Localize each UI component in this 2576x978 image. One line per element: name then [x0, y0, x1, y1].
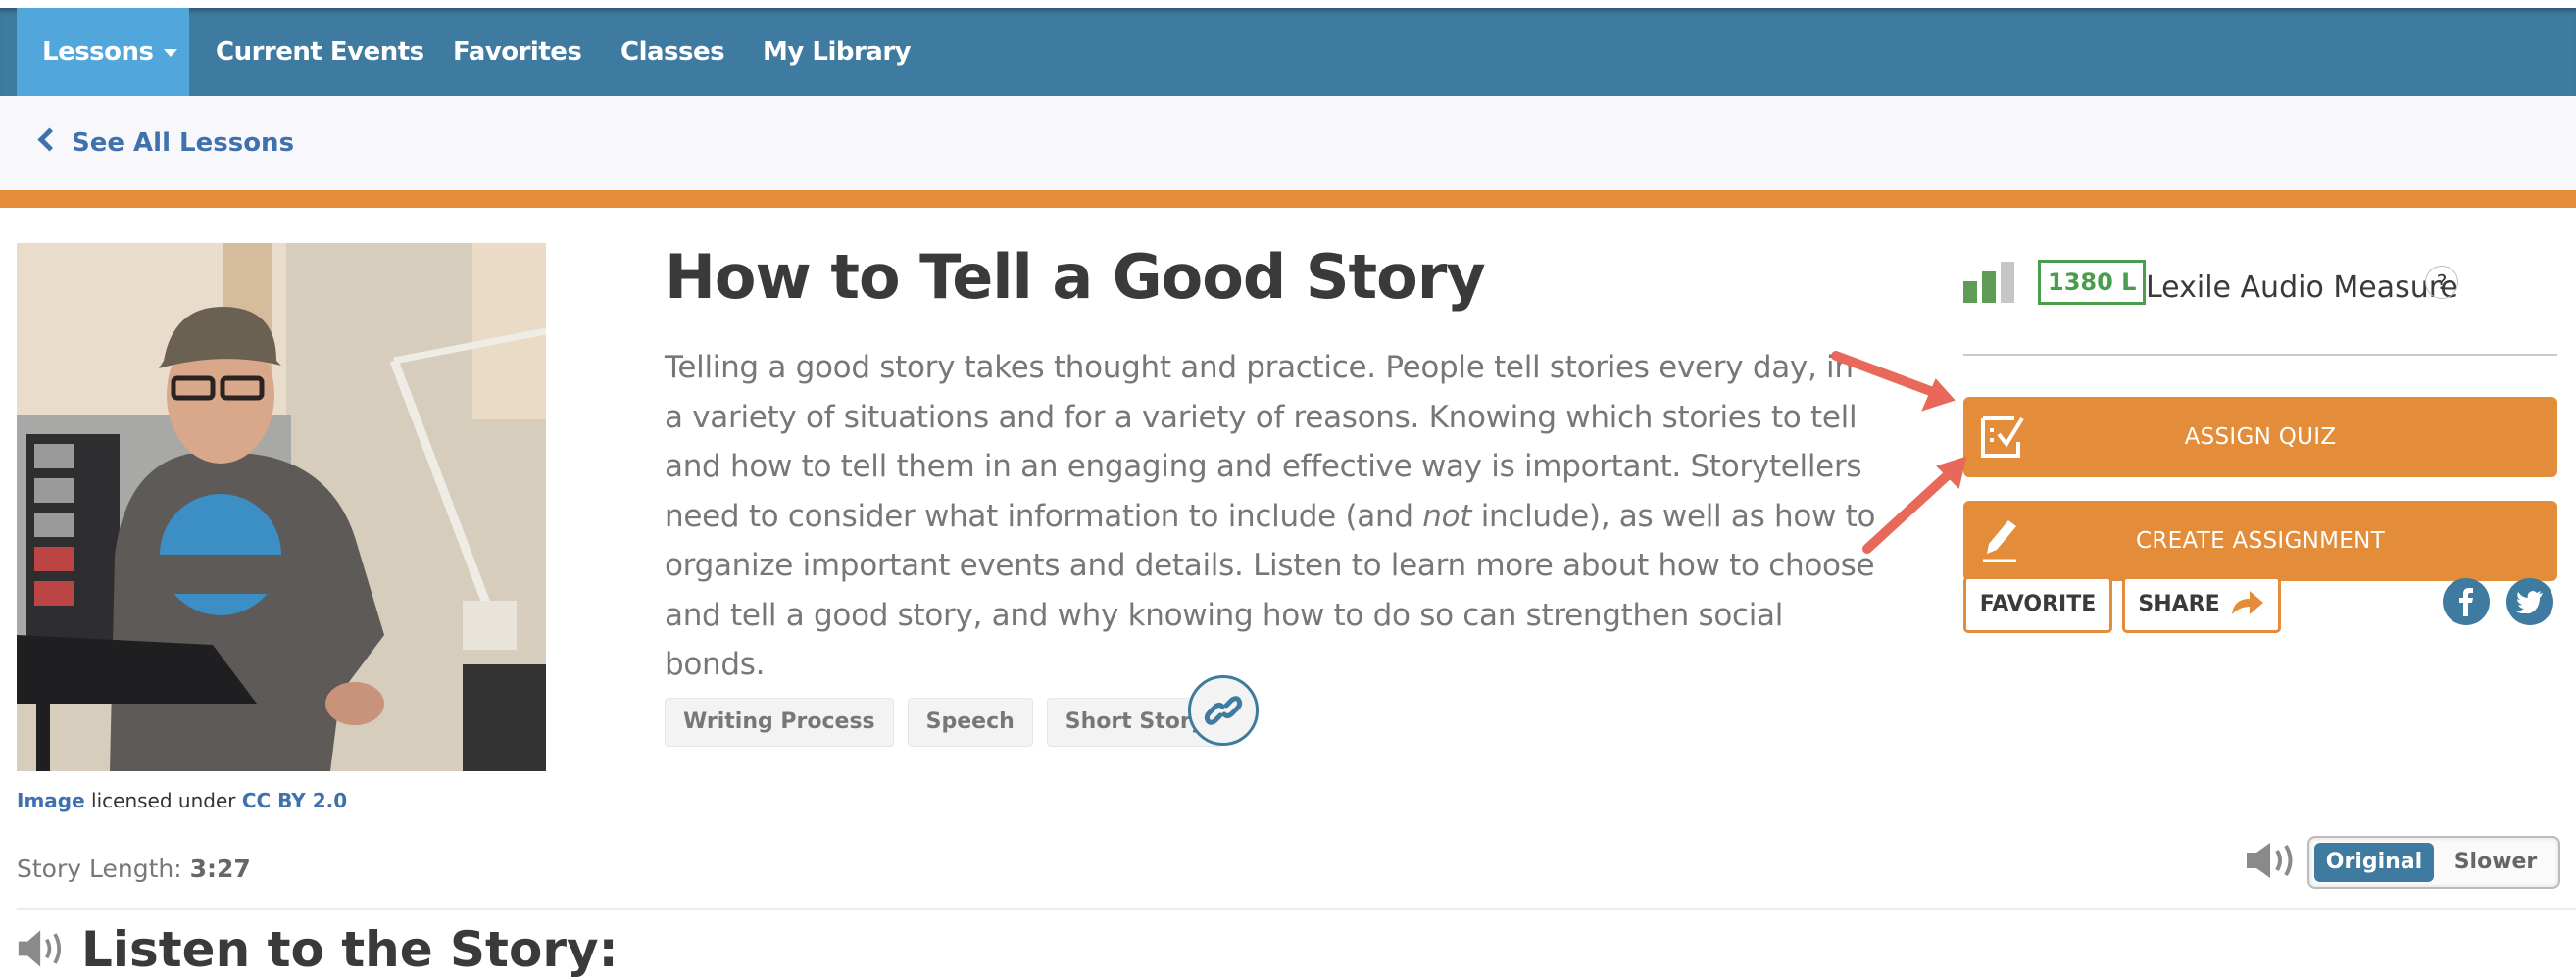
nav-item-label: Lessons [42, 37, 154, 67]
annotation-arrowhead-2 [1936, 456, 1967, 489]
section-divider [17, 908, 2576, 910]
see-all-lessons-link[interactable]: See All Lessons [37, 96, 295, 190]
speaker-icon [2247, 843, 2293, 878]
lexile-bar-2 [1982, 271, 1996, 303]
copy-link-button[interactable] [1188, 675, 1259, 746]
nav-item-my-library[interactable]: My Library [763, 8, 912, 96]
description-emphasis: not [1422, 498, 1472, 534]
lexile-label: Lexile Audio Measure [2146, 270, 2458, 305]
chevron-left-icon [37, 127, 62, 152]
image-source-link[interactable]: Image [17, 789, 85, 812]
listen-heading-text: Listen to the Story: [81, 921, 619, 978]
lexile-bar-1 [1963, 281, 1977, 303]
story-length-label: Story Length: [17, 855, 190, 883]
annotation-arrowhead-1 [1921, 378, 1956, 412]
create-assignment-label: CREATE ASSIGNMENT [2136, 528, 2385, 554]
credit-text: licensed under [84, 789, 242, 812]
share-arrow-icon [2231, 591, 2263, 614]
nav-item-classes[interactable]: Classes [620, 8, 725, 96]
facebook-share-button[interactable] [2443, 578, 2490, 625]
facebook-icon [2459, 588, 2473, 616]
share-button[interactable]: SHARE [2122, 576, 2281, 633]
twitter-share-button[interactable] [2506, 578, 2553, 625]
photo-illustration [17, 243, 546, 771]
assign-quiz-label: ASSIGN QUIZ [2184, 424, 2337, 450]
twitter-icon [2516, 591, 2543, 613]
tag-speech[interactable]: Speech [907, 698, 1033, 747]
create-assignment-button[interactable]: CREATE ASSIGNMENT [1963, 501, 2557, 581]
tag-writing-process[interactable]: Writing Process [665, 698, 894, 747]
listen-heading: Listen to the Story: [17, 921, 619, 978]
help-icon[interactable]: ? [2425, 266, 2458, 299]
panel-divider [1963, 354, 2557, 356]
subnav-bar [0, 96, 2576, 190]
speed-original-option[interactable]: Original [2314, 843, 2434, 882]
speaker-icon [18, 930, 62, 967]
nav-item-current-events[interactable]: Current Events [216, 8, 424, 96]
caret-down-icon [163, 48, 177, 57]
tag-list: Writing Process Speech Short Story [665, 698, 1224, 747]
playback-speed-toggle: Original Slower [2307, 836, 2560, 889]
nav-item-favorites[interactable]: Favorites [453, 8, 582, 96]
share-label: SHARE [2138, 592, 2220, 616]
back-link-label: See All Lessons [72, 128, 295, 158]
lexile-bar-3 [2001, 262, 2014, 303]
lexile-score-badge: 1380 L [2038, 260, 2147, 305]
speed-slower-option[interactable]: Slower [2437, 843, 2554, 882]
assign-quiz-button[interactable]: ASSIGN QUIZ [1963, 397, 2557, 477]
lesson-photo [17, 243, 546, 771]
image-credit: Image licensed under CC BY 2.0 [17, 789, 347, 812]
accent-divider [0, 190, 2576, 208]
story-length-value: 3:27 [189, 855, 251, 883]
pencil-icon [1983, 520, 2016, 562]
quiz-checklist-icon [1981, 416, 2024, 458]
license-link[interactable]: CC BY 2.0 [242, 789, 347, 812]
favorite-button[interactable]: FAVORITE [1963, 576, 2112, 633]
lesson-title: How to Tell a Good Story [665, 241, 1486, 313]
lesson-description: Telling a good story takes thought and p… [665, 343, 1880, 690]
story-length: Story Length: 3:27 [17, 855, 251, 883]
nav-item-lessons[interactable]: Lessons [17, 8, 189, 96]
link-icon [1204, 696, 1243, 725]
top-nav: Lessons Current Events Favorites Classes… [0, 8, 2576, 96]
lexile-level-icon [1963, 262, 2014, 303]
